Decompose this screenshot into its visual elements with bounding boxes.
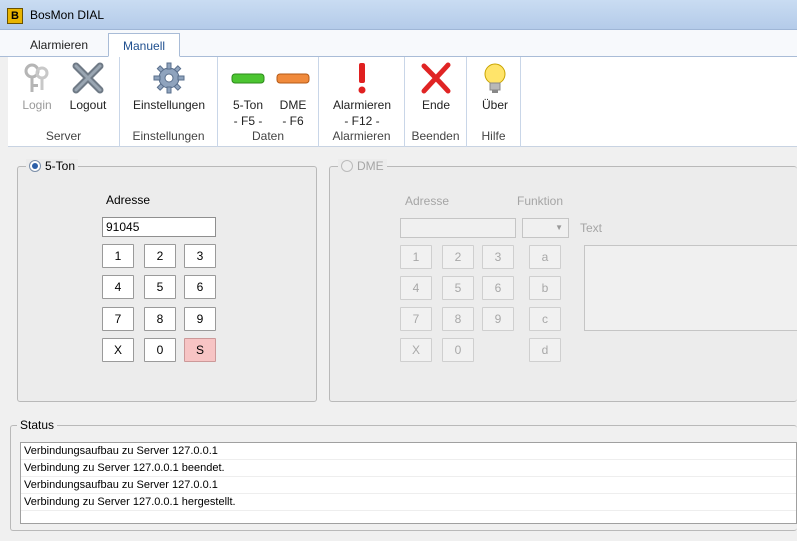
- app-logo-icon: B: [7, 8, 23, 24]
- dme-function-label: Funktion: [517, 194, 564, 208]
- orange-bar-icon: [276, 73, 310, 84]
- group-label-daten: Daten: [251, 129, 285, 143]
- key-2[interactable]: 2: [144, 244, 176, 268]
- einstellungen-label: Einstellungen: [132, 98, 206, 112]
- dme-key-3[interactable]: 3: [482, 245, 514, 269]
- dme-frame: DME Adresse Funktion ▼ Text 1 2 3 4 5 6 …: [329, 159, 797, 402]
- key-s-send[interactable]: S: [184, 338, 216, 362]
- status-row: Verbindungsaufbau zu Server 127.0.0.1: [21, 443, 796, 460]
- group-label-hilfe: Hilfe: [481, 129, 506, 143]
- status-row: Verbindungsaufbau zu Server 127.0.0.1: [21, 477, 796, 494]
- key-8[interactable]: 8: [144, 307, 176, 331]
- gear-icon: [153, 62, 185, 94]
- keys-icon: [24, 63, 49, 92]
- status-list[interactable]: Verbindungsaufbau zu Server 127.0.0.1 Ve…: [20, 442, 797, 524]
- ribbon-group-alarmieren: Alarmieren - F12 - Alarmieren: [319, 57, 405, 147]
- key-4[interactable]: 4: [102, 275, 134, 299]
- dme-key-a[interactable]: a: [529, 245, 561, 269]
- dme-data-button[interactable]: DME - F6: [274, 61, 312, 129]
- dme-text-label: Text: [580, 221, 603, 235]
- five-tone-line2: - F5 -: [233, 114, 263, 128]
- chevron-down-icon: ▼: [555, 223, 563, 232]
- ueber-label: Über: [481, 98, 508, 112]
- dme-key-5[interactable]: 5: [442, 276, 474, 300]
- key-1[interactable]: 1: [102, 244, 134, 268]
- close-icon: [421, 62, 451, 94]
- status-legend: Status: [17, 418, 58, 432]
- dme-function-select[interactable]: ▼: [522, 218, 569, 238]
- alarmieren-line2: - F12 -: [344, 114, 380, 128]
- five-tone-legend-label: 5-Ton: [45, 159, 76, 173]
- dme-line1: DME: [279, 98, 307, 112]
- title-bar: B BosMon DIAL: [0, 0, 797, 30]
- ueber-button[interactable]: Über: [475, 61, 515, 113]
- ribbon-group-hilfe: Über Hilfe: [467, 57, 521, 147]
- group-label-einstellungen: Einstellungen: [132, 129, 205, 143]
- five-tone-data-button[interactable]: 5-Ton - F5 -: [228, 61, 268, 129]
- ribbon: Login Logout Server Einstellungen Einste…: [8, 57, 797, 147]
- dme-legend[interactable]: DME: [338, 159, 387, 173]
- five-tone-address-input[interactable]: 91045: [102, 217, 216, 237]
- logout-x-icon: [72, 62, 104, 94]
- green-bar-icon: [231, 73, 265, 84]
- key-9[interactable]: 9: [184, 307, 216, 331]
- dme-address-input[interactable]: [400, 218, 516, 238]
- ribbon-tab-bar: Alarmieren Manuell: [0, 30, 797, 57]
- dme-radio[interactable]: [341, 160, 353, 172]
- dme-legend-label: DME: [357, 159, 384, 173]
- dme-key-4[interactable]: 4: [400, 276, 432, 300]
- einstellungen-button[interactable]: Einstellungen: [130, 61, 208, 113]
- dme-key-c[interactable]: c: [529, 307, 561, 331]
- dme-key-x[interactable]: X: [400, 338, 432, 362]
- group-label-alarmieren: Alarmieren: [332, 129, 391, 143]
- dme-key-1[interactable]: 1: [400, 245, 432, 269]
- group-label-server: Server: [45, 129, 82, 143]
- key-0[interactable]: 0: [144, 338, 176, 362]
- five-tone-line1: 5-Ton: [232, 98, 264, 112]
- dme-key-d[interactable]: d: [529, 338, 561, 362]
- logout-button[interactable]: Logout: [64, 61, 112, 113]
- key-7[interactable]: 7: [102, 307, 134, 331]
- five-tone-frame: 5-Ton Adresse 91045 1 2 3 4 5 6 7 8 9 X …: [17, 159, 317, 402]
- exclamation-icon: [358, 63, 366, 94]
- logout-label: Logout: [69, 98, 107, 112]
- dme-line2: - F6: [282, 114, 304, 128]
- ribbon-group-beenden: Ende Beenden: [405, 57, 467, 147]
- dme-key-6[interactable]: 6: [482, 276, 514, 300]
- tab-manuell[interactable]: Manuell: [108, 33, 181, 57]
- five-tone-legend[interactable]: 5-Ton: [26, 159, 79, 173]
- five-tone-address-label: Adresse: [106, 193, 151, 207]
- lightbulb-icon: [484, 63, 506, 93]
- dme-key-7[interactable]: 7: [400, 307, 432, 331]
- login-label: Login: [22, 98, 52, 112]
- key-x[interactable]: X: [102, 338, 134, 362]
- status-row: Verbindung zu Server 127.0.0.1 hergestel…: [21, 494, 796, 511]
- dme-text-area[interactable]: [584, 245, 797, 331]
- ribbon-group-server: Login Logout Server: [8, 57, 120, 147]
- alarmieren-line1: Alarmieren: [332, 98, 392, 112]
- ende-label: Ende: [421, 98, 451, 112]
- ende-button[interactable]: Ende: [413, 61, 459, 113]
- dme-key-8[interactable]: 8: [442, 307, 474, 331]
- ribbon-group-einstellungen: Einstellungen Einstellungen: [120, 57, 218, 147]
- alarmieren-button[interactable]: Alarmieren - F12 -: [325, 61, 399, 129]
- key-5[interactable]: 5: [144, 275, 176, 299]
- key-3[interactable]: 3: [184, 244, 216, 268]
- five-tone-radio[interactable]: [29, 160, 41, 172]
- group-label-beenden: Beenden: [411, 129, 460, 143]
- dme-key-b[interactable]: b: [529, 276, 561, 300]
- dme-address-label: Adresse: [405, 194, 450, 208]
- ribbon-group-daten: 5-Ton - F5 - DME - F6 Daten: [218, 57, 319, 147]
- key-6[interactable]: 6: [184, 275, 216, 299]
- dme-key-2[interactable]: 2: [442, 245, 474, 269]
- tab-alarmieren[interactable]: Alarmieren: [16, 33, 102, 57]
- window-title: BosMon DIAL: [30, 8, 105, 22]
- dme-key-9[interactable]: 9: [482, 307, 514, 331]
- dme-key-0[interactable]: 0: [442, 338, 474, 362]
- login-button[interactable]: Login: [16, 61, 58, 113]
- status-row: Verbindung zu Server 127.0.0.1 beendet.: [21, 460, 796, 477]
